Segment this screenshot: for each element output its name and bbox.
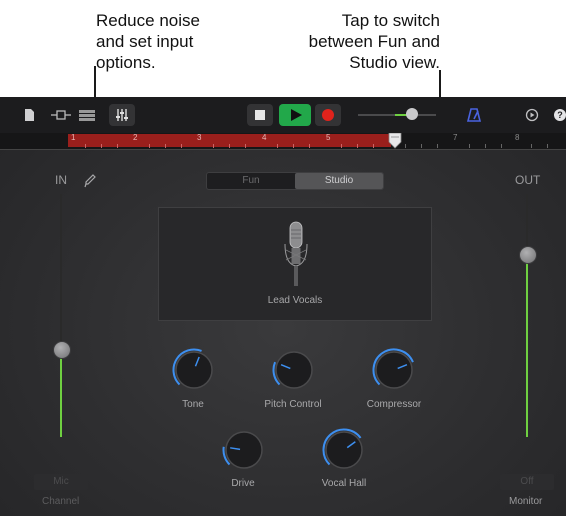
drive-label: Drive xyxy=(231,478,255,489)
pitch-control-label: Pitch Control xyxy=(264,399,322,410)
knob-body xyxy=(225,431,263,469)
ruler-tick xyxy=(293,144,294,148)
ruler-tick xyxy=(373,144,374,148)
ruler-tick xyxy=(341,144,342,148)
bar-number: 7 xyxy=(453,133,458,142)
ruler-tick xyxy=(357,144,358,148)
document-icon[interactable] xyxy=(22,108,36,122)
output-level-knob[interactable] xyxy=(519,245,537,264)
ruler-tick xyxy=(181,144,182,148)
control-bar: ? xyxy=(0,97,566,133)
record-icon xyxy=(322,109,334,121)
ruler-tick xyxy=(85,144,86,148)
ruler-tick xyxy=(405,144,406,148)
record-button[interactable] xyxy=(315,104,341,126)
output-label: OUT xyxy=(515,173,541,187)
ruler-tick xyxy=(245,144,246,148)
knob-body xyxy=(375,351,413,389)
pitch-control-knob[interactable] xyxy=(272,348,316,392)
volume-slider[interactable] xyxy=(358,108,436,120)
ruler-tick xyxy=(277,144,278,148)
fun-view-button[interactable]: Fun xyxy=(207,173,295,189)
mic-channel-button[interactable]: Mic xyxy=(34,474,88,490)
vocal-hall-knob[interactable] xyxy=(322,428,366,472)
play-icon xyxy=(291,109,302,121)
ruler-tick xyxy=(165,144,166,148)
metronome-icon[interactable] xyxy=(466,107,482,123)
monitor-off-button[interactable]: Off xyxy=(500,474,554,490)
callout-input-options: Reduce noise and set input options. xyxy=(96,11,200,72)
compressor-label: Compressor xyxy=(366,399,422,410)
studio-view-button[interactable]: Studio xyxy=(295,173,383,189)
channel-label: Channel xyxy=(42,496,80,507)
vocal-hall-label: Vocal Hall xyxy=(321,478,367,489)
stop-icon xyxy=(255,110,265,120)
knob-body xyxy=(175,351,213,389)
tracks-view-icon[interactable] xyxy=(78,108,96,122)
input-level-meter xyxy=(60,349,62,437)
input-settings-icon[interactable] xyxy=(84,174,96,188)
settings-icon[interactable] xyxy=(525,108,539,122)
microphone-label: Lead Vocals xyxy=(267,295,323,306)
ruler-tick xyxy=(437,144,438,148)
bar-number: 1 xyxy=(71,133,76,142)
ruler-tick xyxy=(485,144,486,148)
garageband-audio-recorder: ? 1 2 3 4 5 6 7 8 xyxy=(0,97,566,516)
bar-number: 4 xyxy=(262,133,267,142)
ruler-tick xyxy=(501,144,502,148)
ruler-tick xyxy=(117,144,118,148)
playhead-icon[interactable] xyxy=(388,133,402,149)
microphone-icon xyxy=(284,221,308,286)
output-level-meter xyxy=(526,254,528,437)
monitor-label: Monitor xyxy=(509,496,543,507)
input-label: IN xyxy=(55,173,67,187)
timeline-ruler[interactable]: 1 2 3 4 5 6 7 8 xyxy=(0,133,566,150)
ruler-tick xyxy=(213,144,214,148)
compressor-knob[interactable] xyxy=(372,348,416,392)
view-switch: Fun Studio xyxy=(206,172,384,190)
input-level-knob[interactable] xyxy=(53,340,71,359)
ruler-tick xyxy=(229,144,230,148)
bar-number: 8 xyxy=(515,133,520,142)
ruler-tick xyxy=(101,144,102,148)
microphone-panel[interactable]: Lead Vocals xyxy=(158,207,432,321)
ruler-tick xyxy=(149,144,150,148)
play-button[interactable] xyxy=(279,104,311,126)
mixer-icon xyxy=(116,109,128,121)
tone-knob[interactable] xyxy=(172,348,216,392)
view-toggle-icon[interactable] xyxy=(50,108,72,122)
bar-number: 3 xyxy=(197,133,202,142)
knob-body xyxy=(325,431,363,469)
mixer-button[interactable] xyxy=(109,104,135,126)
stop-button[interactable] xyxy=(247,104,273,126)
volume-knob[interactable] xyxy=(406,108,418,120)
ruler-tick xyxy=(309,144,310,148)
knob-body xyxy=(275,351,313,389)
bar-number: 5 xyxy=(326,133,331,142)
tone-label: Tone xyxy=(182,399,204,410)
help-icon[interactable]: ? xyxy=(554,109,566,121)
ruler-tick xyxy=(469,144,470,148)
bar-number: 2 xyxy=(133,133,138,142)
drive-knob[interactable] xyxy=(222,428,266,472)
ruler-tick xyxy=(547,144,548,148)
ruler-tick xyxy=(421,144,422,148)
ruler-tick xyxy=(531,144,532,148)
callout-view-switch: Tap to switch between Fun and Studio vie… xyxy=(308,11,440,72)
